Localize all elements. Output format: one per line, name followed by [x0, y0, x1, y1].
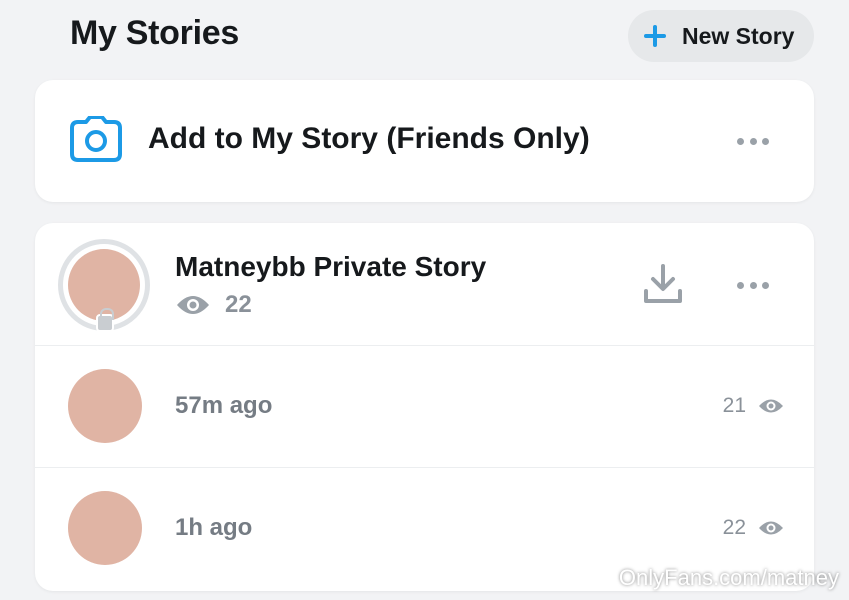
story-viewers[interactable]: 22: [175, 291, 252, 319]
story-snap-row[interactable]: 57m ago 21: [35, 346, 814, 468]
lock-icon: [96, 308, 114, 332]
camera-icon: [70, 116, 122, 162]
private-story-card: Matneybb Private Story 22 57m ago 21 1h …: [35, 223, 814, 591]
snap-views-count: 21: [722, 394, 746, 417]
new-story-button[interactable]: New Story: [628, 10, 814, 62]
snap-views[interactable]: 21: [723, 394, 784, 418]
story-avatar[interactable]: [58, 239, 150, 332]
more-icon[interactable]: [737, 280, 769, 290]
eye-icon: [177, 296, 209, 314]
snap-time: 1h ago: [175, 514, 253, 541]
add-to-story-label: Add to My Story (Friends Only): [148, 122, 590, 155]
private-story-title: Matneybb Private Story: [175, 251, 487, 282]
plus-icon: [644, 25, 666, 47]
private-story-header[interactable]: Matneybb Private Story 22: [35, 223, 814, 346]
download-icon[interactable]: [643, 263, 683, 305]
snap-thumbnail-placeholder: [68, 369, 142, 443]
snap-thumbnail-placeholder: [68, 491, 142, 565]
snap-views[interactable]: 22: [723, 516, 784, 540]
page-title: My Stories: [70, 14, 239, 52]
eye-icon: [759, 399, 783, 413]
add-to-story-card[interactable]: Add to My Story (Friends Only): [35, 80, 814, 202]
viewers-count: 22: [225, 291, 252, 318]
more-icon[interactable]: [737, 136, 769, 146]
watermark: OnlyFans.com/matney: [618, 565, 839, 590]
snap-time: 57m ago: [175, 392, 273, 419]
header: My Stories New Story: [0, 0, 849, 72]
new-story-label: New Story: [682, 22, 795, 49]
eye-icon: [759, 521, 783, 535]
snap-views-count: 22: [722, 516, 746, 539]
